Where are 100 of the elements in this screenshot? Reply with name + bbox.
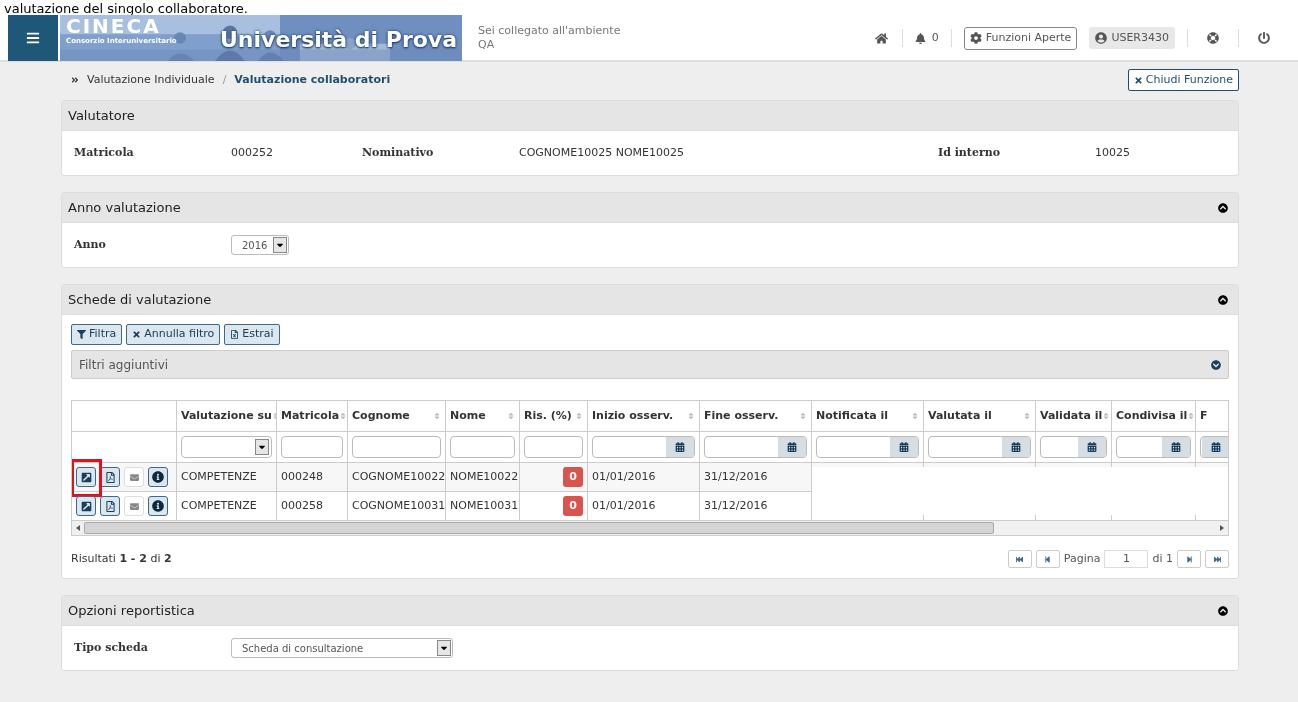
calendar-icon: [1171, 442, 1181, 452]
sort-icon: [339, 412, 347, 420]
scrollbar-thumb[interactable]: [84, 522, 994, 534]
breadcrumb-item[interactable]: Valutazione Individuale: [87, 71, 215, 89]
column-header[interactable]: Matricola: [277, 401, 348, 431]
date-filter-input[interactable]: [592, 436, 695, 458]
breadcrumb-icon: [71, 76, 79, 84]
table-cell-text: COGNOME10022: [352, 468, 445, 485]
date-filter-input[interactable]: [928, 436, 1031, 458]
toolbar-button[interactable]: Annulla filtro: [126, 324, 221, 345]
pdf-icon: [104, 500, 116, 512]
field-label: Matricola: [74, 144, 135, 161]
breadcrumb-separator: /: [222, 71, 227, 88]
table-cell-text: COMPETENZE: [181, 468, 257, 485]
sort-icon: [1102, 412, 1111, 420]
year-select[interactable]: 2016: [231, 235, 290, 255]
collapse-icon[interactable]: [1218, 202, 1228, 213]
horizontal-scrollbar[interactable]: [72, 521, 1228, 535]
menu-icon: [26, 31, 40, 45]
open-button[interactable]: [76, 496, 96, 516]
pdf-button[interactable]: [100, 467, 120, 487]
panel-title: Schede di valutazione: [68, 290, 212, 309]
external-link-icon: [80, 500, 92, 512]
clear-icon: [132, 330, 142, 339]
column-header[interactable]: Valutata il: [924, 401, 1036, 431]
date-filter-input[interactable]: [1040, 436, 1107, 458]
user-icon: [1095, 32, 1108, 44]
logout-icon[interactable]: [1258, 32, 1270, 44]
info-button[interactable]: [148, 496, 168, 516]
calendar-icon: [1087, 442, 1097, 452]
environment-label: Sei collegato all'ambiente: [478, 24, 621, 38]
collapse-icon[interactable]: [1218, 294, 1228, 305]
toolbar-button[interactable]: Filtra: [71, 324, 123, 345]
pdf-button[interactable]: [100, 496, 120, 516]
column-header[interactable]: Condivisa il: [1112, 401, 1196, 431]
field-value: 10025: [1095, 144, 1131, 161]
sort-icon: [687, 412, 695, 420]
sort-icon: [1023, 412, 1031, 420]
calendar-icon: [899, 442, 909, 452]
close-function-button[interactable]: Chiudi Funzione: [1127, 69, 1239, 91]
pdf-icon: [104, 471, 116, 483]
select-caret[interactable]: [273, 237, 288, 253]
extra-filters-bar[interactable]: Filtri aggiuntivi: [71, 350, 1229, 379]
next-page-button[interactable]: [1177, 550, 1201, 568]
date-filter-input[interactable]: [1200, 436, 1228, 458]
open-functions-button[interactable]: Funzioni Aperte: [963, 26, 1078, 50]
sort-icon: [911, 412, 919, 420]
notifications-button[interactable]: 0: [902, 29, 951, 47]
score-badge: 0: [563, 496, 583, 516]
field-label: Id interno: [938, 144, 1002, 161]
column-header[interactable]: F: [1196, 401, 1228, 431]
column-header[interactable]: Nome: [446, 401, 520, 431]
first-page-icon: [1016, 555, 1024, 563]
score-badge: 0: [563, 467, 583, 487]
column-header[interactable]: Validata il: [1036, 401, 1112, 431]
date-filter-input[interactable]: [816, 436, 919, 458]
menu-button[interactable]: [8, 15, 58, 61]
first-page-button[interactable]: [1007, 550, 1032, 568]
page-caption: valutazione del singolo collaboratore.: [4, 1, 248, 16]
column-header[interactable]: Ris. (%): [520, 401, 588, 431]
user-button[interactable]: USER3430: [1089, 27, 1175, 49]
breadcrumb-item[interactable]: Valutazione collaboratori: [234, 71, 391, 89]
collapse-icon[interactable]: [1218, 605, 1228, 616]
select-caret[interactable]: [255, 439, 269, 455]
page-label: Pagina: [1063, 550, 1101, 567]
filter-input[interactable]: [281, 436, 343, 458]
bell-icon: [914, 32, 926, 44]
last-page-button[interactable]: [1205, 550, 1229, 568]
filter-input[interactable]: [524, 436, 583, 458]
filter-input[interactable]: [450, 436, 515, 458]
info-button[interactable]: [148, 467, 168, 487]
table-cell-text: 000258: [281, 497, 323, 514]
column-header[interactable]: Fine osserv.: [700, 401, 812, 431]
column-header[interactable]: Inizio osserv.: [588, 401, 700, 431]
sort-icon: [1187, 412, 1195, 420]
open-button[interactable]: [76, 467, 96, 487]
column-header[interactable]: Cognome: [348, 401, 446, 431]
home-icon[interactable]: [874, 31, 888, 45]
panel-title: Opzioni reportistica: [68, 601, 195, 620]
select-caret[interactable]: [437, 640, 451, 656]
column-header[interactable]: Notificata il: [812, 401, 924, 431]
table-cell-text: COMPETENZE: [181, 497, 257, 514]
table-cell-text: 01/01/2016: [592, 468, 656, 485]
previous-page-button[interactable]: [1035, 550, 1060, 568]
date-filter-input[interactable]: [1116, 436, 1191, 458]
date-filter-input[interactable]: [704, 436, 807, 458]
next-page-icon: [1185, 555, 1193, 563]
toolbar-button[interactable]: Estrai: [224, 324, 280, 345]
filter-input[interactable]: [352, 436, 441, 458]
help-icon[interactable]: [1207, 32, 1219, 44]
results-summary: Risultati 1 - 2 di 2: [71, 550, 172, 567]
sort-icon: [799, 412, 807, 420]
envelope-icon: [129, 472, 139, 482]
column-header[interactable]: Valutazione su: [177, 401, 277, 431]
environment-value: QA: [478, 38, 496, 52]
scroll-right-icon[interactable]: [1220, 525, 1224, 531]
field-value: 000252: [231, 144, 274, 161]
form-type-select[interactable]: Scheda di consultazione: [231, 638, 453, 658]
page-input[interactable]: 1: [1104, 550, 1149, 568]
scroll-left-icon[interactable]: [76, 525, 80, 531]
